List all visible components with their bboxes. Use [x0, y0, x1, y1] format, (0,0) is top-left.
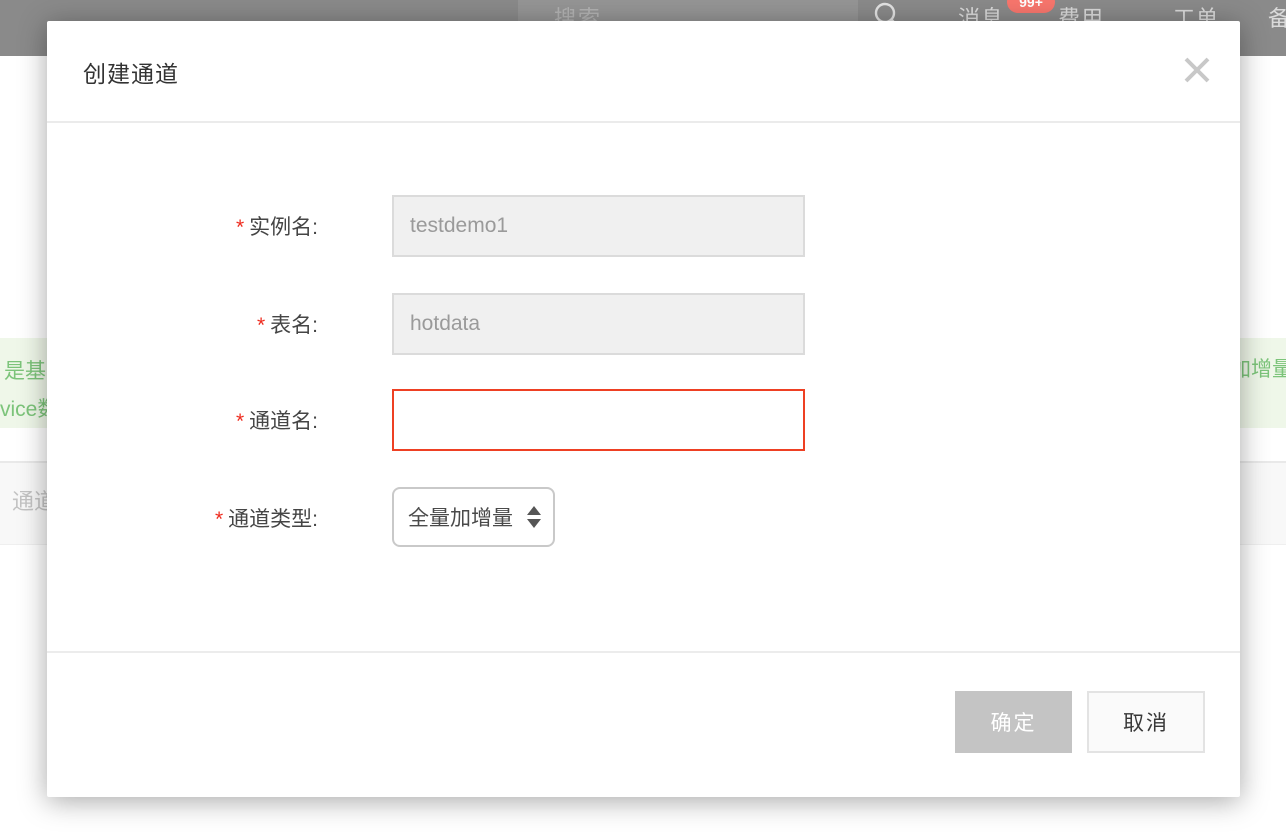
tunnel-name-label: *通道名:	[47, 405, 318, 435]
screen: 搜索 消息 99+ 费用 工单 备 是基 vice数 加增量 通道 创建通道	[0, 0, 1286, 834]
required-marker: *	[257, 314, 265, 337]
header-divider	[47, 121, 1240, 123]
tunnel-type-select[interactable]: 全量加增量	[392, 487, 555, 547]
table-name-label: *表名:	[47, 309, 318, 339]
ok-button[interactable]: 确定	[955, 691, 1072, 753]
tunnel-name-field[interactable]	[392, 389, 805, 451]
instance-name-field[interactable]	[392, 195, 805, 257]
table-name-field[interactable]	[392, 293, 805, 355]
tunnel-type-value: 全量加增量	[408, 502, 523, 532]
required-marker: *	[236, 216, 244, 239]
required-marker: *	[236, 410, 244, 433]
create-tunnel-dialog: 创建通道 *实例名: *表名: *通道名:	[47, 21, 1240, 797]
tunnel-type-label: *通道类型:	[47, 503, 318, 533]
cancel-button[interactable]: 取消	[1087, 691, 1205, 753]
close-icon	[1180, 53, 1214, 87]
banner-text-fragment: 是基	[4, 355, 46, 385]
instance-name-label: *实例名:	[47, 211, 318, 241]
dialog-title: 创建通道	[83, 55, 179, 89]
select-arrows-icon	[527, 506, 541, 528]
close-button[interactable]	[1180, 53, 1214, 87]
messages-badge: 99+	[1007, 0, 1055, 13]
required-marker: *	[215, 508, 223, 531]
footer-divider	[47, 651, 1240, 653]
topbar-item-partial[interactable]: 备	[1268, 1, 1286, 33]
